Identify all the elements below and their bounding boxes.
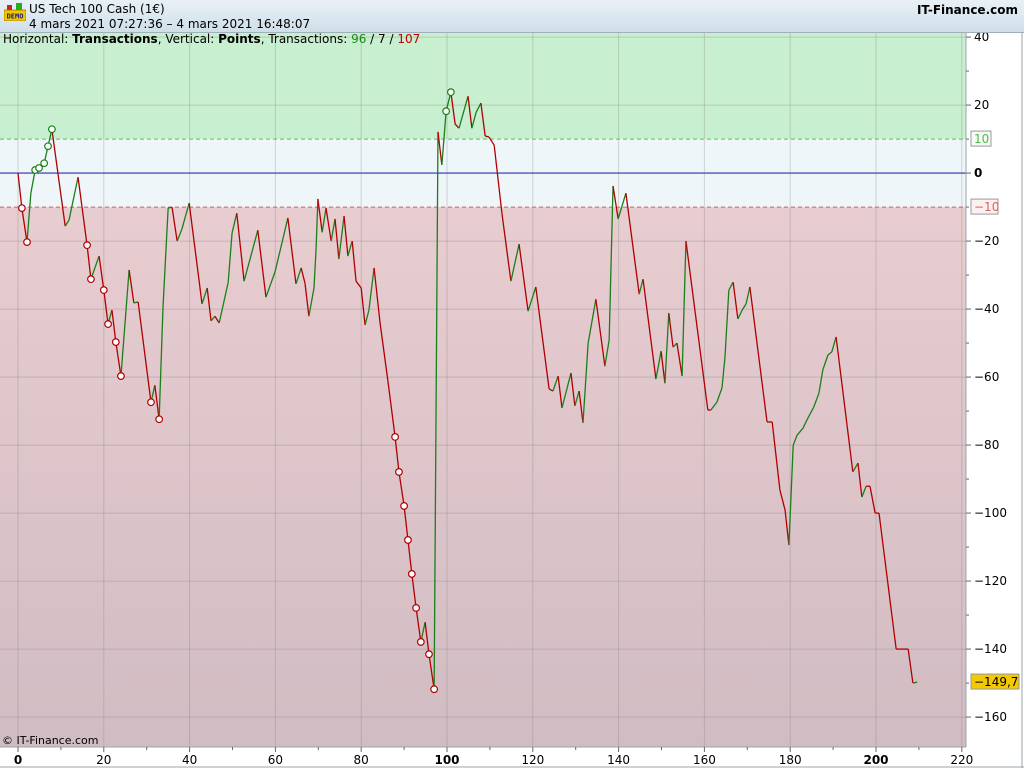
data-point-marker (40, 159, 49, 168)
data-point-marker (147, 398, 155, 407)
x-tick-label: 0 (14, 753, 22, 767)
threshold-zones (0, 33, 966, 747)
x-tick-label: 100 (434, 753, 459, 767)
data-point-marker (430, 685, 439, 694)
v-label: , Vertical: (157, 32, 219, 46)
data-point-marker (425, 650, 433, 659)
data-point-marker (412, 604, 421, 612)
brand-name: IT-Finance.com (916, 3, 1018, 17)
x-tick-label: 120 (521, 753, 544, 767)
transactions-up: 96 (351, 32, 367, 46)
last-value-label: −149,7 (974, 675, 1018, 689)
data-point-marker (47, 125, 56, 134)
t-label: , Transactions: (260, 32, 352, 46)
y-tick-label: −140 (974, 642, 1007, 656)
svg-text:DEMO: DEMO (7, 13, 24, 21)
data-point-marker (17, 204, 26, 213)
x-tick-label: 20 (96, 753, 111, 767)
data-point-marker (23, 238, 31, 247)
demo-logo-icon: DEMO (4, 3, 26, 21)
y-tick-label: 0 (974, 166, 982, 180)
chart: 40200−20−40−60−80−100−120−140−16010−10−1… (0, 30, 1024, 768)
x-tick-label: 200 (863, 753, 888, 767)
upper-threshold-label: 10 (974, 132, 989, 146)
data-point-marker (44, 142, 52, 151)
x-axis-area (0, 747, 966, 768)
data-point-marker (407, 570, 416, 578)
data-point-marker (87, 275, 95, 284)
h-label: Horizontal: (3, 32, 73, 46)
y-tick-label: −80 (974, 438, 999, 452)
data-point-marker (395, 468, 403, 476)
lower-zone (0, 207, 966, 747)
data-point-marker (446, 88, 455, 97)
data-point-marker (400, 502, 409, 510)
y-tick-label: −40 (974, 302, 999, 316)
y-tick-label: −60 (974, 370, 999, 384)
x-tick-label: 80 (354, 753, 369, 767)
y-tick-label: 20 (974, 98, 989, 112)
y-tick-label: −120 (974, 574, 1007, 588)
h-value: Transactions (72, 32, 158, 46)
data-point-marker (83, 241, 91, 250)
lower-threshold-label: −10 (974, 200, 999, 214)
x-tick-label: 140 (607, 753, 630, 767)
x-tick-label: 40 (182, 753, 197, 767)
transactions-flat: 7 (378, 32, 386, 46)
period-range: 4 mars 2021 07:27:36 – 4 mars 2021 16:48… (29, 17, 311, 31)
instrument-title: US Tech 100 Cash (1€) (29, 2, 165, 16)
x-tick-label: 160 (693, 753, 716, 767)
x-tick-label: 180 (779, 753, 802, 767)
separator: / (366, 32, 379, 46)
data-point-marker (416, 638, 425, 646)
data-point-marker (155, 415, 164, 424)
x-tick-label: 60 (268, 753, 283, 767)
data-point-marker (99, 286, 108, 294)
separator: / (385, 32, 398, 46)
copyright: © IT-Finance.com (2, 734, 99, 747)
y-tick-label: −160 (974, 710, 1007, 724)
v-value: Points (218, 32, 261, 46)
data-point-marker (111, 338, 120, 346)
data-point-marker (391, 433, 399, 441)
data-point-marker (117, 372, 125, 380)
y-tick-label: −100 (974, 506, 1007, 520)
chart-info: Horizontal: Transactions, Vertical: Poin… (3, 32, 420, 46)
title-bar: DEMO US Tech 100 Cash (1€) 4 mars 2021 0… (0, 0, 1024, 33)
y-tick-label: −20 (974, 234, 999, 248)
transactions-down: 107 (397, 32, 421, 46)
data-point-marker (404, 536, 412, 544)
data-point-marker (104, 320, 112, 328)
x-tick-label: 220 (950, 753, 973, 767)
data-point-marker (442, 107, 451, 116)
